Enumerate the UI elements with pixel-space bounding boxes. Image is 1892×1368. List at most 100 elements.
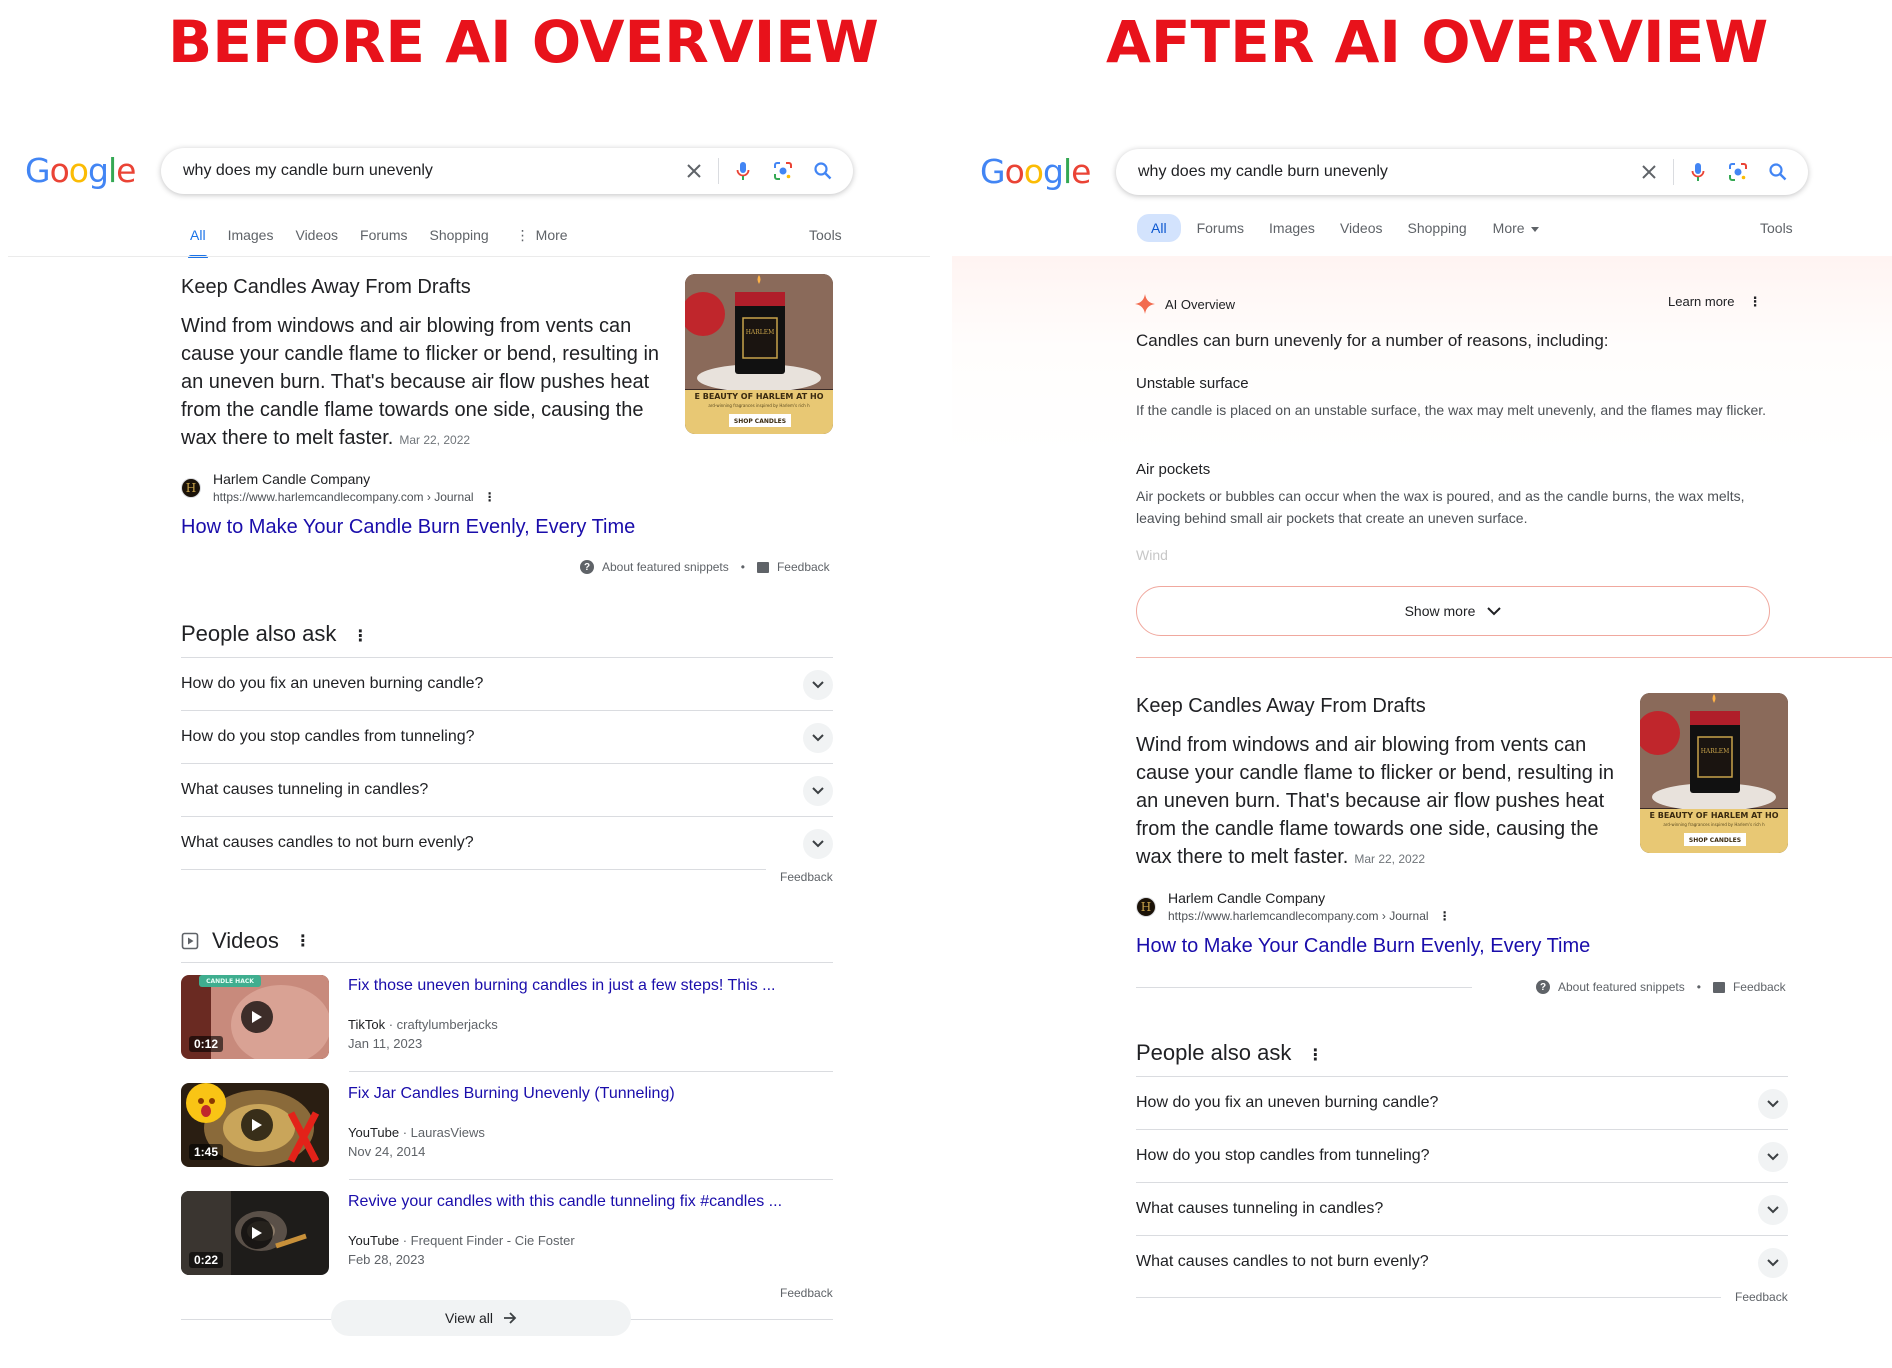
tools-button[interactable]: Tools <box>809 227 842 243</box>
paa-question[interactable]: What causes candles to not burn evenly? <box>1136 1235 1788 1288</box>
mic-icon[interactable] <box>732 160 754 182</box>
video-icon <box>181 932 199 950</box>
paa-title: People also ask <box>1136 1040 1292 1065</box>
search-icon[interactable] <box>1767 161 1789 183</box>
tab-images[interactable]: Images <box>228 227 274 244</box>
google-logo[interactable]: Google <box>25 151 136 190</box>
more-vert-icon[interactable]: ⋮ <box>1748 294 1761 309</box>
snippet-image[interactable]: HARLEM E BEAUTY OF HARLEM AT HO ard-winn… <box>685 274 833 434</box>
about-snippets-link[interactable]: About featured snippets <box>1558 980 1685 994</box>
about-snippets-link[interactable]: About featured snippets <box>602 560 729 574</box>
paa-question-text: How do you stop candles from tunneling? <box>181 728 475 745</box>
tab-shopping[interactable]: Shopping <box>1408 220 1467 242</box>
source-separator: · <box>399 1233 411 1248</box>
paa-question[interactable]: How do you stop candles from tunneling? <box>181 710 833 763</box>
chevron-down-icon[interactable] <box>1758 1089 1788 1119</box>
paa-question[interactable]: What causes candles to not burn evenly? <box>181 816 833 869</box>
feedback-link[interactable]: Feedback <box>1733 980 1786 994</box>
video-thumbnail[interactable]: 1:45 <box>181 1083 329 1167</box>
play-icon[interactable] <box>241 1217 273 1249</box>
chevron-down-icon[interactable] <box>803 670 833 700</box>
snippet-image[interactable]: HARLEM E BEAUTY OF HARLEM AT HO ard-winn… <box>1640 693 1788 853</box>
snippet-source[interactable]: H Harlem Candle Company https://www.harl… <box>1136 890 1451 923</box>
caret-down-icon <box>1530 226 1539 232</box>
lens-icon[interactable] <box>1727 161 1749 183</box>
video-title[interactable]: Fix those uneven burning candles in just… <box>348 977 776 995</box>
snippet-title: Keep Candles Away From Drafts <box>181 276 471 298</box>
search-input[interactable]: why does my candle burn unevenly <box>1138 163 1388 181</box>
chevron-down-icon[interactable] <box>1758 1248 1788 1278</box>
snippet-link[interactable]: How to Make Your Candle Burn Evenly, Eve… <box>1136 935 1590 958</box>
chevron-down-icon[interactable] <box>803 829 833 859</box>
search-bar[interactable]: why does my candle burn unevenly <box>161 148 853 194</box>
tab-all[interactable]: All <box>188 227 208 258</box>
tab-forums[interactable]: Forums <box>1197 220 1244 242</box>
chevron-down-icon[interactable] <box>1758 1142 1788 1172</box>
paa-feedback[interactable]: Feedback <box>780 870 833 884</box>
show-more-button[interactable]: Show more <box>1136 586 1770 636</box>
video-thumbnail[interactable]: 0:22 <box>181 1191 329 1275</box>
image-button-text: SHOP CANDLES <box>734 418 786 425</box>
paa-feedback[interactable]: Feedback <box>1735 1290 1788 1304</box>
tab-more[interactable]: ⋮ More <box>516 227 568 244</box>
video-platform: YouTube <box>348 1125 400 1140</box>
lens-icon[interactable] <box>772 160 794 182</box>
view-all-button[interactable]: View all <box>331 1300 631 1336</box>
video-thumbnail[interactable]: CANDLE HACK 0:12 <box>181 975 329 1059</box>
bullet-separator: • <box>740 560 745 574</box>
paa-question[interactable]: How do you stop candles from tunneling? <box>1136 1129 1788 1182</box>
ai-learn-more[interactable]: Learn more ⋮ <box>1668 294 1761 310</box>
tab-forums[interactable]: Forums <box>360 227 407 244</box>
paa-bottom-divider <box>1136 1297 1721 1298</box>
more-vert-icon[interactable]: ⋮ <box>484 490 496 504</box>
search-bar[interactable]: why does my candle burn unevenly <box>1116 149 1808 195</box>
videos-feedback[interactable]: Feedback <box>780 1286 833 1300</box>
paa-question[interactable]: What causes tunneling in candles? <box>1136 1182 1788 1235</box>
tools-button[interactable]: Tools <box>1760 220 1793 236</box>
video-item[interactable]: 0:22 Revive your candles with this candl… <box>181 1181 833 1289</box>
tab-shopping[interactable]: Shopping <box>430 227 489 244</box>
chevron-down-icon[interactable] <box>803 723 833 753</box>
snippet-link[interactable]: How to Make Your Candle Burn Evenly, Eve… <box>181 516 635 539</box>
play-icon[interactable] <box>241 1001 273 1033</box>
tab-images[interactable]: Images <box>1269 220 1315 242</box>
chevron-down-icon[interactable] <box>803 776 833 806</box>
site-favicon: H <box>181 478 201 498</box>
tab-bar: All Forums Images Videos Shopping More <box>1137 214 1539 242</box>
paa-question[interactable]: How do you fix an uneven burning candle? <box>1136 1076 1788 1129</box>
video-title[interactable]: Revive your candles with this candle tun… <box>348 1193 782 1211</box>
paa-heading: People also ask ⋮ <box>1136 1040 1323 1066</box>
search-divider <box>718 158 719 184</box>
tab-all[interactable]: All <box>1137 214 1181 242</box>
chevron-down-icon <box>1487 606 1502 615</box>
play-icon[interactable] <box>241 1109 273 1141</box>
tab-more[interactable]: More <box>1493 220 1539 242</box>
tab-videos[interactable]: Videos <box>295 227 338 244</box>
feedback-link[interactable]: Feedback <box>777 560 830 574</box>
search-divider <box>1673 159 1674 185</box>
paa-question[interactable]: How do you fix an uneven burning candle? <box>181 657 833 710</box>
search-icon[interactable] <box>812 160 834 182</box>
search-input[interactable]: why does my candle burn unevenly <box>183 162 433 180</box>
chevron-down-icon[interactable] <box>1758 1195 1788 1225</box>
paa-question[interactable]: What causes tunneling in candles? <box>181 763 833 816</box>
close-icon[interactable] <box>683 160 705 182</box>
snippet-text: Wind from windows and air blowing from v… <box>1136 731 1628 873</box>
more-vert-icon[interactable]: ⋮ <box>295 931 311 951</box>
tab-videos[interactable]: Videos <box>1340 220 1383 242</box>
snippet-source[interactable]: H Harlem Candle Company https://www.harl… <box>181 471 496 504</box>
more-vert-icon[interactable]: ⋮ <box>1307 1047 1323 1064</box>
videos-heading: Videos ⋮ <box>181 928 311 954</box>
google-logo[interactable]: Google <box>980 152 1091 191</box>
more-vert-icon[interactable]: ⋮ <box>1439 909 1451 923</box>
video-item[interactable]: CANDLE HACK 0:12 Fix those uneven burnin… <box>181 965 833 1073</box>
close-icon[interactable] <box>1638 161 1660 183</box>
candle-label-text: HARLEM <box>1701 748 1730 755</box>
video-item[interactable]: 1:45 Fix Jar Candles Burning Unevenly (T… <box>181 1073 833 1181</box>
mic-icon[interactable] <box>1687 161 1709 183</box>
more-vert-icon[interactable]: ⋮ <box>352 628 368 645</box>
video-date: Feb 28, 2023 <box>348 1252 425 1267</box>
video-source: TikTok · craftylumberjacks <box>348 1017 498 1032</box>
ai-overview-divider <box>1136 657 1892 658</box>
video-title[interactable]: Fix Jar Candles Burning Unevenly (Tunnel… <box>348 1085 675 1103</box>
